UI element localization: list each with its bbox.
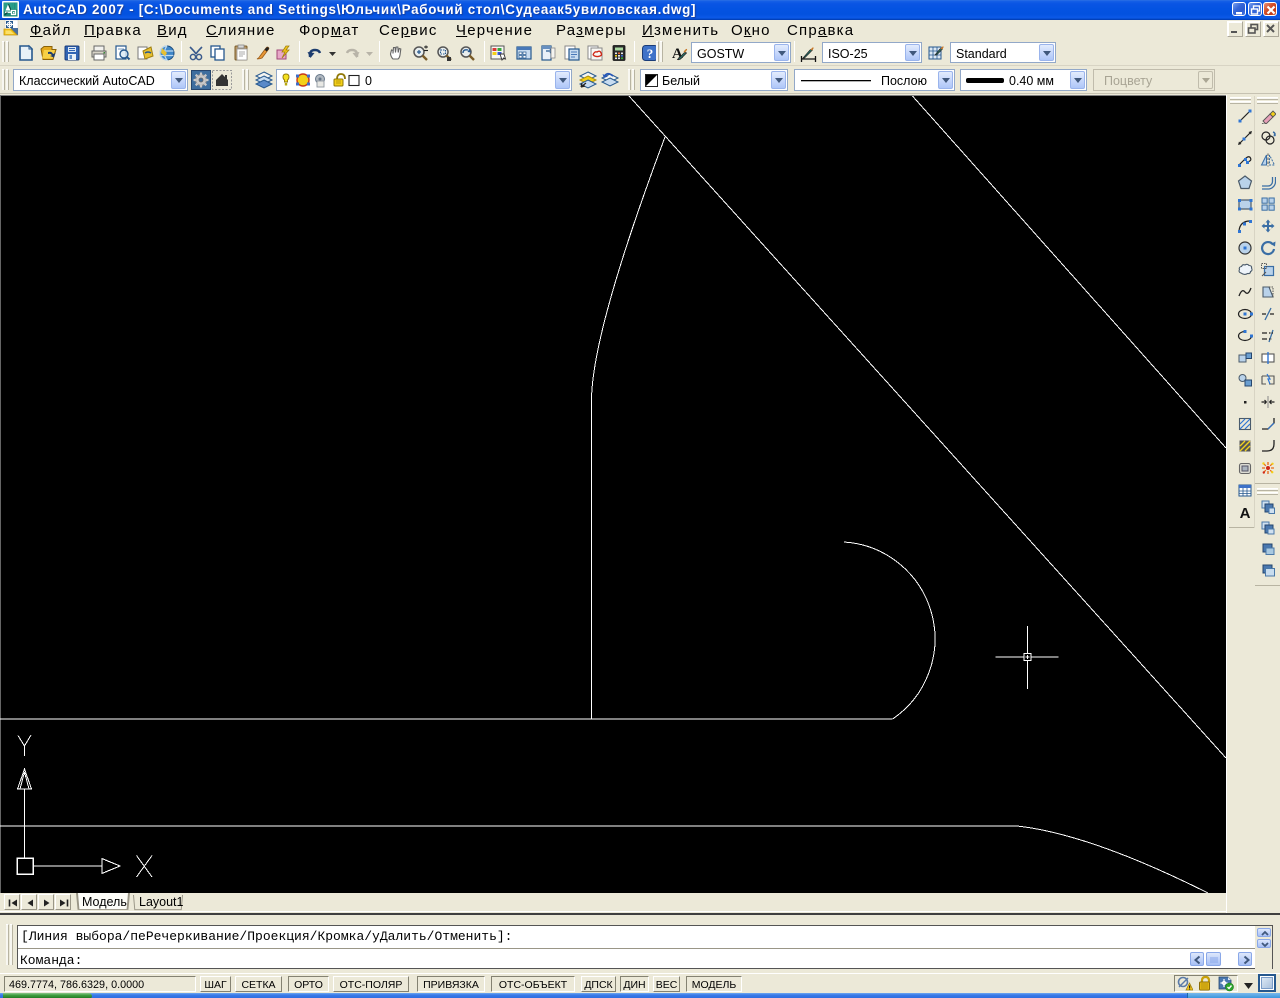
svg-text:A: A (1240, 505, 1251, 520)
svg-text:?: ? (647, 46, 654, 61)
